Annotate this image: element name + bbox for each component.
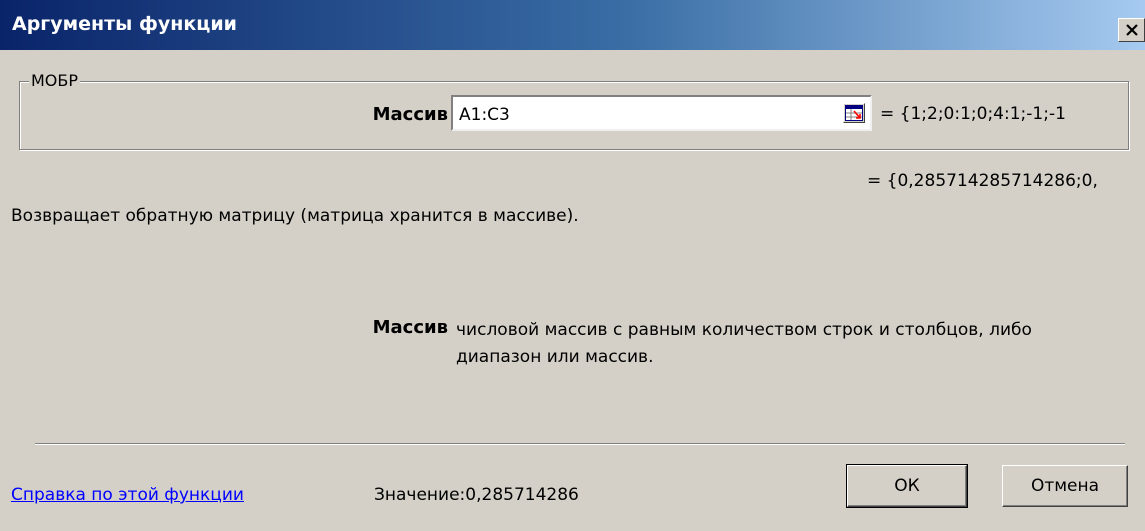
footer-separator <box>35 443 1125 445</box>
argument-label: Массив <box>372 104 448 125</box>
formula-result-label: Значение: <box>374 485 466 505</box>
formula-result-value: 0,285714286 <box>465 485 579 505</box>
function-description: Возвращает обратную матрицу (матрица хра… <box>11 206 579 226</box>
close-button[interactable] <box>1118 18 1145 42</box>
argument-input[interactable]: A1:C3 <box>451 95 872 131</box>
window-title: Аргументы функции <box>12 13 237 35</box>
argument-input-value: A1:C3 <box>459 105 510 125</box>
ok-button[interactable]: ОК <box>846 464 968 508</box>
formula-result-preview: = {0,285714285714286;0, <box>867 171 1098 191</box>
title-bar[interactable]: Аргументы функции <box>0 0 1145 50</box>
formula-result: Значение:0,285714286 <box>374 485 579 505</box>
argument-help-name: Массив <box>372 317 448 338</box>
close-icon <box>1126 24 1138 36</box>
argument-evaluated-value: = {1;2;0:1;0;4:1;-1;-1 <box>880 104 1066 124</box>
cancel-button[interactable]: Отмена <box>1002 465 1128 507</box>
function-arguments-dialog: Аргументы функции МОБР Массив A1:C3 = {1… <box>0 0 1145 531</box>
function-name: МОБР <box>29 71 81 90</box>
help-link[interactable]: Справка по этой функции <box>11 485 244 505</box>
range-select-button[interactable] <box>843 103 865 123</box>
collapse-dialog-icon <box>845 105 863 121</box>
argument-help-text: числовой массив с равным количеством стр… <box>456 320 1032 367</box>
